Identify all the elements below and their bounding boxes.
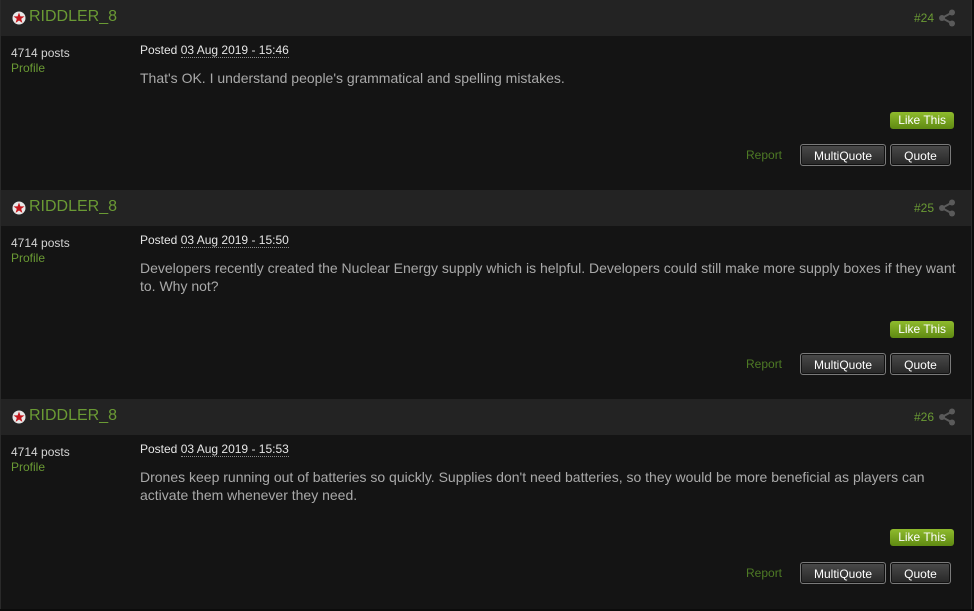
multiquote-button[interactable]: MultiQuote — [800, 353, 886, 375]
like-this-button[interactable]: Like This — [890, 529, 954, 546]
profile-link[interactable]: Profile — [11, 251, 70, 266]
posted-label: Posted — [140, 442, 178, 456]
author-info: 4714 posts Profile — [11, 236, 70, 266]
profile-link[interactable]: Profile — [11, 61, 70, 76]
report-link[interactable]: Report — [746, 357, 782, 371]
posted-date: 03 Aug 2019 - 15:46 — [180, 43, 289, 58]
post: RIDDLER_8 #24 4714 posts Profile Posted … — [0, 0, 972, 190]
star-rank-icon — [12, 201, 26, 215]
post-text: That's OK. I understand people's grammat… — [140, 70, 565, 86]
share-icon[interactable] — [938, 9, 956, 27]
like-this-button[interactable]: Like This — [890, 112, 954, 129]
posted-timestamp: Posted 03 Aug 2019 - 15:53 — [140, 442, 960, 457]
post: RIDDLER_8 #25 4714 posts Profile Posted … — [0, 190, 972, 399]
post-content: Posted 03 Aug 2019 - 15:53 Drones keep r… — [140, 442, 960, 504]
author-info: 4714 posts Profile — [11, 46, 70, 76]
like-this-button[interactable]: Like This — [890, 321, 954, 338]
multiquote-button[interactable]: MultiQuote — [800, 562, 886, 584]
star-rank-icon — [12, 11, 26, 25]
profile-link[interactable]: Profile — [11, 460, 70, 475]
post-text: Developers recently created the Nuclear … — [140, 260, 956, 294]
quote-button[interactable]: Quote — [890, 562, 951, 584]
report-link[interactable]: Report — [746, 566, 782, 580]
quote-button[interactable]: Quote — [890, 144, 951, 166]
posted-date: 03 Aug 2019 - 15:50 — [180, 233, 289, 248]
post-header: RIDDLER_8 #26 — [1, 399, 971, 435]
author-name-link[interactable]: RIDDLER_8 — [29, 407, 117, 425]
post-number-link[interactable]: #24 — [914, 11, 934, 25]
post-header: RIDDLER_8 #25 — [1, 190, 971, 226]
post-count: 4714 posts — [11, 445, 70, 459]
posted-label: Posted — [140, 233, 178, 247]
report-link[interactable]: Report — [746, 148, 782, 162]
author-info: 4714 posts Profile — [11, 445, 70, 475]
post-count: 4714 posts — [11, 46, 70, 60]
post-number-link[interactable]: #25 — [914, 201, 934, 215]
post-content: Posted 03 Aug 2019 - 15:46 That's OK. I … — [140, 43, 960, 87]
quote-button[interactable]: Quote — [890, 353, 951, 375]
post: RIDDLER_8 #26 4714 posts Profile Posted … — [0, 399, 972, 609]
posted-label: Posted — [140, 43, 178, 57]
post-header: RIDDLER_8 #24 — [1, 0, 971, 36]
posted-timestamp: Posted 03 Aug 2019 - 15:46 — [140, 43, 960, 58]
post-count: 4714 posts — [11, 236, 70, 250]
posted-timestamp: Posted 03 Aug 2019 - 15:50 — [140, 233, 960, 248]
star-rank-icon — [12, 410, 26, 424]
post-body: 4714 posts Profile Posted 03 Aug 2019 - … — [1, 435, 971, 609]
post-text: Drones keep running out of batteries so … — [140, 469, 925, 503]
multiquote-button[interactable]: MultiQuote — [800, 144, 886, 166]
post-content: Posted 03 Aug 2019 - 15:50 Developers re… — [140, 233, 960, 295]
author-name-link[interactable]: RIDDLER_8 — [29, 198, 117, 216]
post-thread: RIDDLER_8 #24 4714 posts Profile Posted … — [0, 0, 974, 611]
posted-date: 03 Aug 2019 - 15:53 — [180, 442, 289, 457]
share-icon[interactable] — [938, 199, 956, 217]
post-number-link[interactable]: #26 — [914, 410, 934, 424]
author-name-link[interactable]: RIDDLER_8 — [29, 8, 117, 26]
post-body: 4714 posts Profile Posted 03 Aug 2019 - … — [1, 226, 971, 399]
share-icon[interactable] — [938, 408, 956, 426]
post-body: 4714 posts Profile Posted 03 Aug 2019 - … — [1, 36, 971, 190]
